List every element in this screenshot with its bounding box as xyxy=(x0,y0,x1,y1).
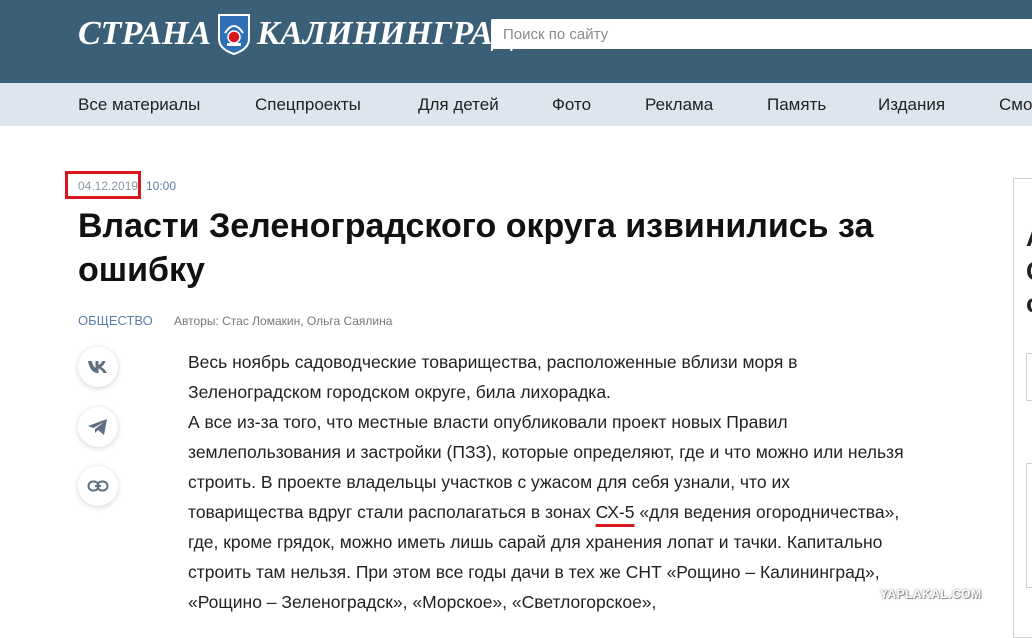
nav-item-editions[interactable]: Издания xyxy=(878,83,945,126)
share-vk-button[interactable] xyxy=(78,347,118,387)
article-time: 10:00 xyxy=(146,179,177,193)
site-header: СТРАНА КАЛИНИНГРАД xyxy=(0,0,1032,83)
article-title: Власти Зеленоградского округа извинились… xyxy=(78,207,874,289)
article-authors: Авторы: Стас Ломакин, Ольга Саялина xyxy=(174,314,393,328)
main-nav: Все материалы Спецпроекты Для детей Фото… xyxy=(0,83,1032,126)
article-paragraph: А все из-за того, что местные власти опу… xyxy=(188,407,908,617)
telegram-icon xyxy=(88,419,107,435)
article-paragraph: Весь ноябрь садоводческие товарищества, … xyxy=(188,352,798,402)
vk-icon xyxy=(88,361,107,373)
site-logo[interactable]: СТРАНА КАЛИНИНГРАД xyxy=(78,12,517,56)
copy-link-button[interactable] xyxy=(78,466,118,506)
sidebar-text-fragment: о xyxy=(1026,288,1032,319)
link-icon xyxy=(87,480,109,492)
nav-item-more[interactable]: Смо xyxy=(999,83,1032,126)
article-body: Весь ноябрь садоводческие товарищества, … xyxy=(188,347,908,617)
sidebar-inner-box xyxy=(1026,353,1032,401)
sidebar-text-fragment: С xyxy=(1026,256,1032,287)
nav-item-advertising[interactable]: Реклама xyxy=(645,83,713,126)
article-date: 04.12.2019 xyxy=(78,179,139,193)
sidebar-text-fragment: А xyxy=(1026,222,1032,253)
nav-item-for-kids[interactable]: Для детей xyxy=(418,83,499,126)
search-input[interactable] xyxy=(491,19,1032,49)
watermark: YAPLAKAL.COM xyxy=(880,587,982,601)
nav-item-memory[interactable]: Память xyxy=(767,83,826,126)
article-rubric-link[interactable]: ОБЩЕСТВО xyxy=(78,313,153,328)
zone-code-highlight: СХ-5 xyxy=(595,502,635,522)
logo-text-left: СТРАНА xyxy=(78,15,212,52)
coat-of-arms-icon xyxy=(218,14,251,55)
logo-text-right: КАЛИНИНГРАД xyxy=(257,15,517,52)
nav-item-special-projects[interactable]: Спецпроекты xyxy=(255,83,361,126)
nav-item-all-materials[interactable]: Все материалы xyxy=(78,83,200,126)
nav-item-photo[interactable]: Фото xyxy=(552,83,591,126)
share-telegram-button[interactable] xyxy=(78,407,118,447)
sidebar-inner-box xyxy=(1026,463,1032,588)
